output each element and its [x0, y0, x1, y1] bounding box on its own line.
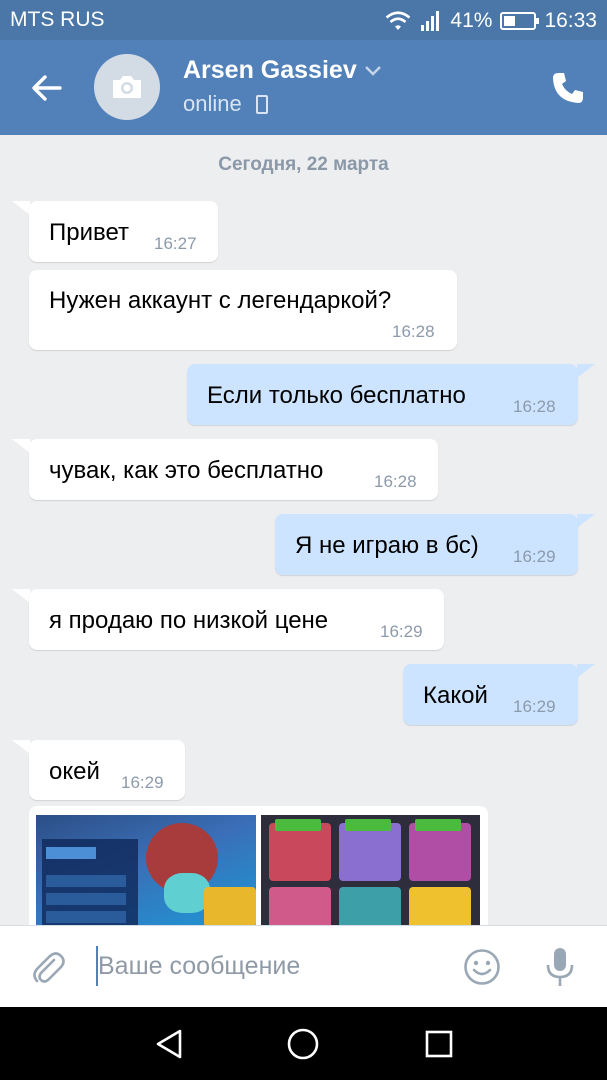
- status-icons: 41% 16:33: [384, 8, 597, 34]
- photo-detail: [269, 887, 331, 928]
- bubble-tail: [12, 201, 30, 215]
- photo-detail: [46, 893, 126, 905]
- mobile-phone-icon: [256, 95, 268, 114]
- photo-detail: [46, 847, 96, 859]
- bubble-tail: [12, 439, 30, 453]
- photo-detail: [345, 819, 391, 831]
- message-text: окей: [49, 758, 100, 785]
- message-text: Какой: [423, 682, 488, 709]
- message-text: Я не играю в бс): [295, 532, 479, 559]
- battery-level: [504, 16, 516, 26]
- status-bar: MTS RUS 41% 16:33: [0, 0, 607, 40]
- carrier-label: MTS RUS: [10, 8, 105, 31]
- message-time: 16:28: [392, 322, 435, 341]
- back-arrow-icon[interactable]: [26, 68, 66, 108]
- message-bubble-incoming[interactable]: Нужен аккаунт с легендаркой? 16:28: [29, 270, 457, 350]
- photo-detail: [339, 887, 401, 928]
- photo-detail: [415, 819, 461, 831]
- message-bubble-outgoing[interactable]: Я не играю в бс) 16:29: [275, 514, 578, 575]
- paperclip-icon[interactable]: [30, 950, 66, 986]
- message-time: 16:28: [513, 397, 556, 416]
- battery-icon: [500, 12, 540, 30]
- bubble-tail: [577, 664, 595, 678]
- message-text: Нужен аккаунт с легендаркой?: [49, 287, 392, 314]
- microphone-icon[interactable]: [543, 946, 577, 988]
- message-bubble-incoming[interactable]: Привет 16:27: [29, 201, 218, 262]
- phone-call-icon[interactable]: [550, 70, 586, 106]
- bubble-tail: [577, 364, 595, 378]
- message-time: 16:29: [513, 697, 556, 716]
- message-composer: [0, 925, 607, 1007]
- bubble-tail: [577, 514, 595, 528]
- photo-detail: [275, 819, 321, 831]
- message-time: 16:29: [380, 622, 423, 641]
- photo-detail: [269, 823, 331, 881]
- message-input[interactable]: [98, 944, 448, 988]
- photo-detail: [46, 875, 126, 887]
- message-bubble-incoming[interactable]: чувак, как это бесплатно 16:28: [29, 439, 438, 500]
- message-time: 16:29: [121, 773, 164, 792]
- chevron-down-icon[interactable]: [364, 64, 382, 78]
- photo-detail: [204, 887, 256, 927]
- message-text: Если только бесплатно: [207, 382, 466, 409]
- message-text: я продаю по низкой цене: [49, 607, 329, 634]
- chat-header: Arsen Gassiev online: [0, 40, 607, 135]
- nav-recents-icon[interactable]: [424, 1029, 454, 1059]
- message-bubble-incoming[interactable]: я продаю по низкой цене 16:29: [29, 589, 444, 650]
- battery-percent: 41%: [450, 9, 493, 32]
- message-bubble-outgoing[interactable]: Если только бесплатно 16:28: [187, 364, 578, 425]
- bubble-tail: [12, 740, 30, 754]
- clock: 16:33: [544, 9, 597, 32]
- photo-detail: [339, 823, 401, 881]
- message-text: Привет: [49, 219, 130, 246]
- nav-home-icon[interactable]: [286, 1027, 320, 1061]
- wifi-icon: [386, 11, 411, 30]
- photo-thumbnail[interactable]: [261, 815, 480, 928]
- contact-status: online: [183, 91, 242, 116]
- nav-back-icon[interactable]: [152, 1027, 186, 1061]
- message-bubble-incoming[interactable]: окей 16:29: [29, 740, 185, 800]
- signal-icon: [421, 11, 440, 31]
- photo-detail: [409, 887, 471, 928]
- photo-detail: [409, 823, 471, 881]
- camera-icon: [113, 76, 141, 98]
- contact-name[interactable]: Arsen Gassiev: [183, 56, 357, 85]
- message-time: 16:27: [154, 234, 197, 253]
- photo-detail: [46, 911, 126, 923]
- date-separator: Сегодня, 22 марта: [218, 154, 389, 175]
- message-bubble-outgoing[interactable]: Какой 16:29: [403, 664, 578, 725]
- message-text: чувак, как это бесплатно: [49, 457, 324, 484]
- system-nav-bar: [0, 1007, 607, 1080]
- message-time: 16:28: [374, 472, 417, 491]
- message-time: 16:29: [513, 547, 556, 566]
- avatar[interactable]: [94, 54, 160, 120]
- photo-thumbnail[interactable]: [36, 815, 256, 928]
- emoji-icon[interactable]: [463, 948, 501, 986]
- photo-attachment[interactable]: [29, 806, 488, 928]
- bubble-tail: [12, 589, 30, 603]
